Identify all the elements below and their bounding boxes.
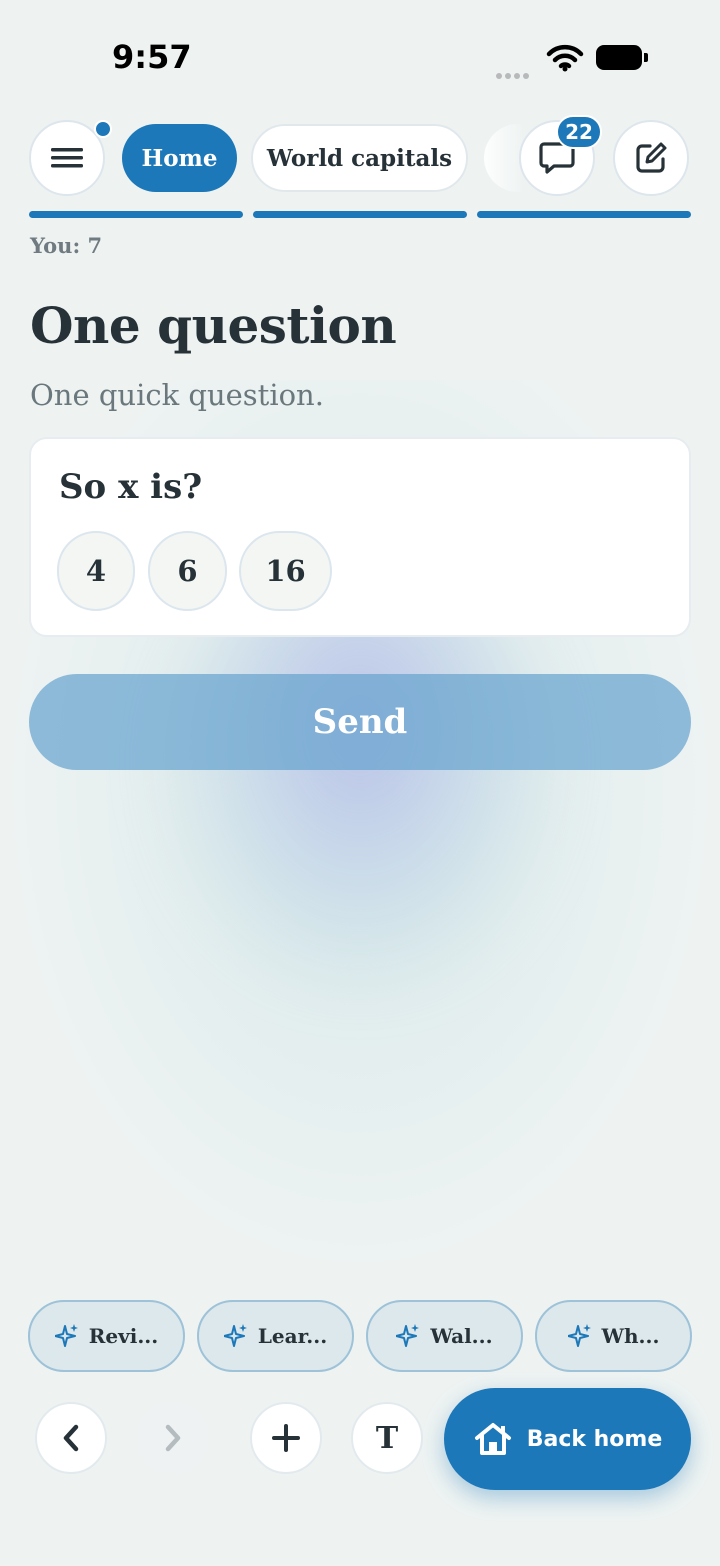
answer-option-4[interactable]: 4 (57, 531, 135, 611)
score-label: You: 7 (30, 233, 103, 258)
send-button[interactable]: Send (29, 674, 691, 770)
suggestion-label: Revi... (88, 1324, 159, 1348)
back-button[interactable] (35, 1402, 107, 1474)
suggestion-label: Lear... (257, 1324, 328, 1348)
page-subtitle: One quick question. (30, 378, 324, 412)
tab-world-capitals[interactable]: World capitals (251, 124, 468, 192)
back-home-label: Back home (526, 1426, 663, 1452)
suggestion-label: Wh... (601, 1324, 660, 1348)
suggestion-chip[interactable]: Wh... (535, 1300, 692, 1372)
text-size-label: T (375, 1420, 399, 1456)
progress-segment (253, 211, 467, 218)
tab-overflow-fade (484, 124, 524, 192)
notification-dot (94, 120, 112, 138)
plus-icon (272, 1424, 300, 1452)
forward-button[interactable] (137, 1402, 209, 1474)
back-home-button[interactable]: Back home (444, 1388, 691, 1490)
answer-option-6[interactable]: 6 (148, 531, 227, 611)
add-button[interactable] (250, 1402, 322, 1474)
text-size-button[interactable]: T (351, 1402, 423, 1474)
battery-icon (596, 45, 648, 70)
tab-home[interactable]: Home (122, 124, 237, 192)
chevron-left-icon (63, 1424, 79, 1452)
suggestion-label: Wal... (430, 1324, 493, 1348)
progress-segment (477, 211, 691, 218)
sparkle-icon (567, 1324, 591, 1347)
sparkle-icon (396, 1324, 420, 1347)
progress-segment (29, 211, 243, 218)
suggestion-chip[interactable]: Lear... (197, 1300, 354, 1372)
hamburger-icon (51, 148, 83, 168)
sparkle-icon (54, 1324, 78, 1347)
chat-count-badge: 22 (556, 115, 602, 149)
page-title: One question (30, 296, 397, 355)
signal-dots-icon (496, 64, 532, 83)
sparkle-icon (223, 1324, 247, 1347)
chevron-right-icon (165, 1424, 181, 1452)
question-card: So x is? 4 6 16 (29, 437, 691, 637)
question-text: So x is? (59, 467, 203, 507)
answer-option-16[interactable]: 16 (239, 531, 332, 611)
edit-icon (636, 142, 667, 173)
suggestion-chip[interactable]: Revi... (28, 1300, 185, 1372)
edit-button[interactable] (613, 120, 689, 196)
status-time: 9:57 (112, 38, 192, 76)
suggestion-chip[interactable]: Wal... (366, 1300, 523, 1372)
home-icon (474, 1423, 511, 1455)
wifi-icon (546, 44, 584, 72)
